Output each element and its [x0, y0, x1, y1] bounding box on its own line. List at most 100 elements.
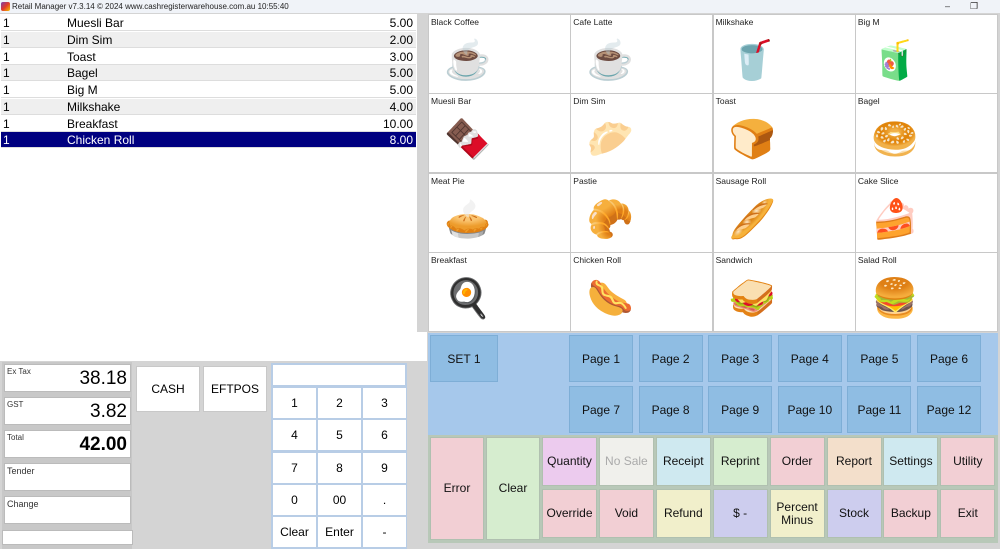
- product-tile[interactable]: Bagel 🥯: [855, 94, 997, 173]
- item-price: 10.00: [382, 116, 413, 131]
- item-quantity: 1: [3, 16, 10, 30]
- order-row[interactable]: 1 Milkshake 4.00: [1, 98, 416, 115]
- keypad-key-2[interactable]: 2: [318, 388, 361, 418]
- window-title: Retail Manager v7.3.14 © 2024 www.cashre…: [12, 2, 289, 11]
- keypad-key-0[interactable]: 0: [273, 484, 316, 515]
- receipt-button[interactable]: Receipt: [655, 437, 711, 486]
- page-button[interactable]: Page 5: [847, 335, 912, 382]
- product-tile[interactable]: Sandwich 🥪: [713, 252, 855, 331]
- product-name: Chicken Roll: [573, 254, 622, 265]
- product-tile[interactable]: Chicken Roll 🌭: [571, 252, 713, 331]
- set-button[interactable]: SET 1: [430, 335, 498, 382]
- latte-cup-icon: ☕: [586, 40, 634, 82]
- override-button[interactable]: Override: [542, 489, 597, 538]
- minimize-button[interactable]: –: [945, 0, 950, 13]
- function-panel: Error Clear Quantity No Sale Receipt Reprin…: [428, 435, 998, 543]
- product-name: Salad Roll: [857, 254, 897, 265]
- product-tile[interactable]: Meat Pie 🥧: [429, 173, 570, 252]
- dollar-button[interactable]: $ -: [712, 489, 768, 538]
- order-list[interactable]: 1 Muesli Bar 5.00 1 Dim Sim 2.00 1 Toast 3.00 1 Ba…: [0, 14, 417, 332]
- order-row[interactable]: 1 Muesli Bar 5.00: [1, 15, 416, 31]
- refund-button[interactable]: Refund: [655, 489, 711, 538]
- utility-button[interactable]: Utility: [940, 437, 996, 486]
- keypad-key-8[interactable]: 8: [318, 452, 361, 483]
- product-tile[interactable]: Big M 🧃: [855, 15, 997, 93]
- order-row[interactable]: 1 Toast 3.00: [1, 49, 416, 65]
- keypad-key-5[interactable]: 5: [318, 420, 361, 451]
- item-price: 5.00: [389, 66, 413, 81]
- exit-button[interactable]: Exit: [940, 489, 996, 538]
- product-tile[interactable]: Breakfast 🍳: [429, 252, 570, 331]
- keypad-key-6[interactable]: 6: [363, 420, 406, 451]
- backup-button[interactable]: Backup: [883, 489, 939, 538]
- quantity-button[interactable]: Quantity: [542, 437, 597, 486]
- page-button[interactable]: Page 4: [777, 335, 842, 382]
- keypad-key-3[interactable]: 3: [363, 388, 406, 418]
- item-name: Toast: [67, 49, 96, 64]
- product-tile[interactable]: Dim Sim 🥟: [571, 94, 713, 173]
- page-button[interactable]: Page 9: [708, 386, 773, 433]
- keypad-key-decimal[interactable]: .: [363, 484, 406, 515]
- product-tile[interactable]: Salad Roll 🍔: [855, 252, 997, 331]
- item-name: Bagel: [67, 66, 98, 81]
- order-row[interactable]: 1 Chicken Roll 8.00: [1, 132, 416, 149]
- page-button[interactable]: Page 10: [777, 386, 842, 433]
- page-button[interactable]: Page 11: [847, 386, 912, 433]
- page-button[interactable]: Page 1: [569, 335, 633, 382]
- product-tile[interactable]: Cake Slice 🍰: [855, 173, 997, 252]
- keypad-key-1[interactable]: 1: [273, 388, 316, 418]
- percent-minus-button[interactable]: Percent Minus: [769, 489, 825, 538]
- product-name: Big M: [857, 17, 880, 27]
- restore-button[interactable]: ❐: [970, 0, 978, 13]
- order-button[interactable]: Order: [769, 437, 825, 486]
- report-button[interactable]: Report: [826, 437, 882, 486]
- page-button[interactable]: Page 3: [708, 335, 773, 382]
- settings-button[interactable]: Settings: [883, 437, 939, 486]
- product-tile[interactable]: Black Coffee ☕: [429, 15, 570, 93]
- keypad-display: [273, 365, 405, 385]
- totals-panel: Ex Tax 38.18 GST 3.82 Total 42.00 Tender…: [2, 362, 132, 549]
- product-tile[interactable]: Milkshake 🥤: [713, 15, 855, 93]
- order-row[interactable]: 1 Bagel 5.00: [1, 65, 416, 82]
- item-quantity: 1: [3, 133, 10, 148]
- product-tile[interactable]: Sausage Roll 🥖: [713, 173, 855, 252]
- page-button[interactable]: Page 6: [917, 335, 981, 382]
- gst-box: GST 3.82: [4, 397, 131, 425]
- change-label: Change: [7, 499, 39, 509]
- reprint-button[interactable]: Reprint: [712, 437, 768, 486]
- keypad-key-clear[interactable]: Clear: [273, 517, 316, 548]
- coffee-cup-icon: ☕: [444, 40, 492, 82]
- page-panel: SET 1 Page 1 Page 2 Page 3 Page 4 Page 5 Page…: [428, 333, 998, 435]
- product-tile[interactable]: Toast 🍞: [713, 94, 855, 173]
- change-box: Change: [4, 496, 131, 524]
- page-button[interactable]: Page 12: [917, 386, 981, 433]
- keypad-key-4[interactable]: 4: [273, 420, 316, 451]
- item-quantity: 1: [3, 116, 10, 131]
- eftpos-button[interactable]: EFTPOS: [203, 366, 267, 412]
- cash-button[interactable]: CASH: [136, 366, 200, 412]
- page-button[interactable]: Page 7: [569, 386, 633, 433]
- order-row[interactable]: 1 Breakfast 10.00: [1, 116, 416, 132]
- error-button[interactable]: Error: [430, 437, 484, 540]
- tender-box[interactable]: Tender: [4, 463, 131, 491]
- keypad-key-minus[interactable]: -: [363, 517, 406, 548]
- order-row[interactable]: 1 Big M 5.00: [1, 82, 416, 98]
- sandwich-icon: 🥪: [728, 277, 777, 320]
- product-tile[interactable]: Cafe Latte ☕: [571, 15, 713, 93]
- total-label: Total: [7, 433, 24, 442]
- page-button[interactable]: Page 8: [638, 386, 703, 433]
- keypad-key-double-zero[interactable]: 00: [318, 484, 361, 515]
- void-button[interactable]: Void: [598, 489, 654, 538]
- stock-button[interactable]: Stock: [826, 489, 882, 538]
- keypad-key-9[interactable]: 9: [363, 452, 406, 483]
- clear-button[interactable]: Clear: [486, 437, 540, 540]
- gst-label: GST: [7, 400, 24, 409]
- page-button[interactable]: Page 2: [638, 335, 703, 382]
- keypad-key-enter[interactable]: Enter: [318, 517, 361, 548]
- product-name: Bagel: [857, 96, 880, 107]
- order-row[interactable]: 1 Dim Sim 2.00: [1, 31, 416, 48]
- product-tile[interactable]: Muesli Bar 🍫: [429, 94, 570, 173]
- product-tile[interactable]: Pastie 🥐: [571, 173, 713, 252]
- keypad-key-7[interactable]: 7: [273, 452, 316, 483]
- item-price: 5.00: [389, 16, 413, 30]
